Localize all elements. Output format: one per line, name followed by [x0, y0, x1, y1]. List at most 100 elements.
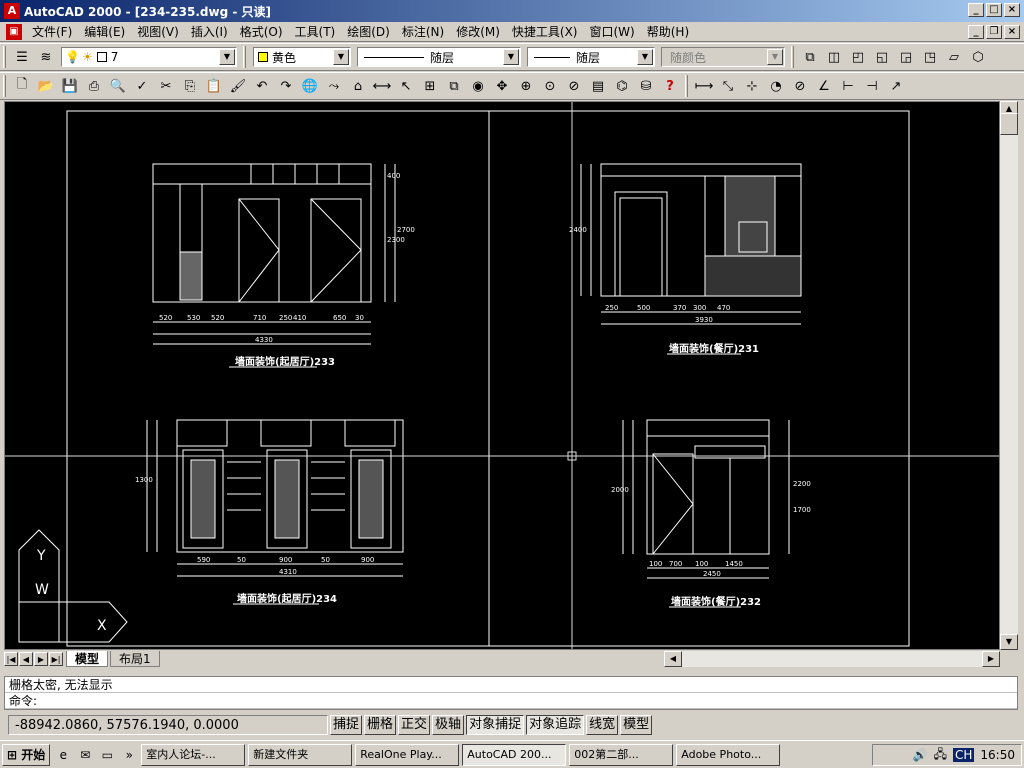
grid-toggle[interactable]: 栅格: [364, 715, 397, 735]
chevron-down-icon[interactable]: ▼: [637, 49, 653, 65]
lineweight-select[interactable]: 随层 ▼: [527, 47, 655, 67]
toolbar-grip[interactable]: [791, 46, 794, 68]
menu-tools[interactable]: 工具(T): [289, 23, 342, 41]
linear-dimension-icon[interactable]: ⟼: [693, 75, 715, 97]
right-view-icon[interactable]: ◲: [895, 46, 917, 68]
network-icon[interactable]: 🖧: [934, 745, 947, 766]
spell-check-icon[interactable]: ✓: [131, 75, 153, 97]
left-view-icon[interactable]: ◱: [871, 46, 893, 68]
outlook-icon[interactable]: ✉: [76, 746, 94, 764]
toolbar-grip[interactable]: [243, 46, 246, 68]
named-views-icon[interactable]: ⧉: [443, 75, 465, 97]
otrack-toggle[interactable]: 对象追踪: [526, 715, 585, 735]
paste-icon[interactable]: 📋: [203, 75, 225, 97]
menu-dimension[interactable]: 标注(N): [396, 23, 450, 41]
ordinate-dimension-icon[interactable]: ⊹: [741, 75, 763, 97]
save-icon[interactable]: 💾: [59, 75, 81, 97]
iso-view-icon[interactable]: ⬡: [967, 46, 989, 68]
color-select[interactable]: 黄色 ▼: [253, 47, 351, 67]
chevron-down-icon[interactable]: ▼: [503, 49, 519, 65]
leader-icon[interactable]: ↗: [885, 75, 907, 97]
menu-draw[interactable]: 绘图(D): [341, 23, 396, 41]
menu-file[interactable]: 文件(F): [26, 23, 78, 41]
doc-close-button[interactable]: ×: [1004, 25, 1020, 39]
task-new-folder[interactable]: 新建文件夹: [248, 743, 353, 766]
continue-dimension-icon[interactable]: ⊣: [861, 75, 883, 97]
zoom-window-icon[interactable]: ⊙: [539, 75, 561, 97]
toolbar-grip[interactable]: [3, 75, 6, 97]
layer-manager-icon[interactable]: ☰: [11, 46, 33, 68]
language-indicator[interactable]: CH: [953, 748, 975, 762]
diameter-dimension-icon[interactable]: ⊘: [789, 75, 811, 97]
web-icon[interactable]: 🌐: [299, 75, 321, 97]
scroll-down-button[interactable]: ▼: [1000, 634, 1018, 650]
bottom-view-icon[interactable]: ◰: [847, 46, 869, 68]
new-file-icon[interactable]: 🗋: [11, 75, 33, 97]
aligned-dimension-icon[interactable]: ⤡: [717, 75, 739, 97]
drawing-canvas[interactable]: Y W X 墙面装饰(起居厅)233 墙面装饰(餐厅)231 墙面装饰(起居厅)…: [4, 101, 1000, 650]
back-view-icon[interactable]: ▱: [943, 46, 965, 68]
undo-icon[interactable]: ↶: [251, 75, 273, 97]
make-object-layer-current-icon[interactable]: ≋: [35, 46, 57, 68]
last-tab-button[interactable]: ▶|: [49, 652, 63, 666]
quicklaunch-more-icon[interactable]: »: [120, 746, 138, 764]
cut-icon[interactable]: ✂: [155, 75, 177, 97]
next-tab-button[interactable]: ▶: [34, 652, 48, 666]
menu-modify[interactable]: 修改(M): [450, 23, 506, 41]
task-photoshop[interactable]: Adobe Photo...: [676, 743, 781, 766]
viewports-icon[interactable]: ⊞: [419, 75, 441, 97]
angular-dimension-icon[interactable]: ∠: [813, 75, 835, 97]
doc-restore-button[interactable]: ❐: [986, 25, 1002, 39]
linetype-select[interactable]: 随层 ▼: [357, 47, 521, 67]
menu-format[interactable]: 格式(O): [234, 23, 289, 41]
autocad-app-icon[interactable]: A: [4, 3, 20, 19]
ucs-icon[interactable]: ⌂: [347, 75, 369, 97]
baseline-dimension-icon[interactable]: ⊢: [837, 75, 859, 97]
task-folder-002[interactable]: 002第二部...: [569, 743, 674, 766]
zoom-previous-icon[interactable]: ⊘: [563, 75, 585, 97]
close-button[interactable]: ×: [1004, 3, 1020, 17]
model-toggle[interactable]: 模型: [620, 715, 653, 735]
vertical-scrollbar[interactable]: ▲ ▼: [1000, 101, 1018, 650]
menu-insert[interactable]: 插入(I): [185, 23, 234, 41]
command-prompt[interactable]: 命令:: [5, 693, 1017, 709]
task-autocad[interactable]: AutoCAD 200...: [462, 743, 567, 766]
scroll-thumb[interactable]: [1000, 113, 1018, 135]
radius-dimension-icon[interactable]: ◔: [765, 75, 787, 97]
horizontal-scrollbar[interactable]: ◀ ▶: [664, 651, 1000, 667]
volume-icon[interactable]: 🔊: [913, 748, 928, 762]
maximize-button[interactable]: □: [986, 3, 1002, 17]
open-file-icon[interactable]: 📂: [35, 75, 57, 97]
minimize-button[interactable]: _: [968, 3, 984, 17]
named-views-icon[interactable]: ⧉: [799, 46, 821, 68]
copy-icon[interactable]: ⎘: [179, 75, 201, 97]
match-properties-icon[interactable]: 🖌: [227, 75, 249, 97]
design-center-icon[interactable]: ⌬: [611, 75, 633, 97]
document-icon[interactable]: ▣: [6, 23, 22, 40]
lineweight-toggle[interactable]: 线宽: [586, 715, 619, 735]
doc-minimize-button[interactable]: _: [968, 25, 984, 39]
task-realone[interactable]: RealOne Play...: [355, 743, 460, 766]
scroll-left-button[interactable]: ◀: [664, 651, 682, 667]
polar-toggle[interactable]: 极轴: [432, 715, 465, 735]
pan-icon[interactable]: ✥: [491, 75, 513, 97]
print-preview-icon[interactable]: 🔍: [107, 75, 129, 97]
osnap-toggle[interactable]: 对象捕捉: [466, 715, 525, 735]
prev-tab-button[interactable]: ◀: [19, 652, 33, 666]
pointer-icon[interactable]: ↖: [395, 75, 417, 97]
menu-quicktools[interactable]: 快捷工具(X): [506, 23, 584, 41]
start-button[interactable]: ⊞ 开始: [2, 743, 51, 766]
snap-toggle[interactable]: 捕捉: [330, 715, 363, 735]
properties-icon[interactable]: ▤: [587, 75, 609, 97]
chevron-down-icon[interactable]: ▼: [219, 49, 235, 65]
tab-layout1[interactable]: 布局1: [110, 651, 160, 667]
layer-select[interactable]: 💡 ☀ 7 ▼: [61, 47, 237, 67]
menu-window[interactable]: 窗口(W): [584, 23, 641, 41]
menu-edit[interactable]: 编辑(E): [78, 23, 131, 41]
redo-icon[interactable]: ↷: [275, 75, 297, 97]
print-icon[interactable]: ⎙: [83, 75, 105, 97]
menu-view[interactable]: 视图(V): [131, 23, 185, 41]
help-icon[interactable]: ?: [659, 75, 681, 97]
ortho-toggle[interactable]: 正交: [398, 715, 431, 735]
top-view-icon[interactable]: ◫: [823, 46, 845, 68]
